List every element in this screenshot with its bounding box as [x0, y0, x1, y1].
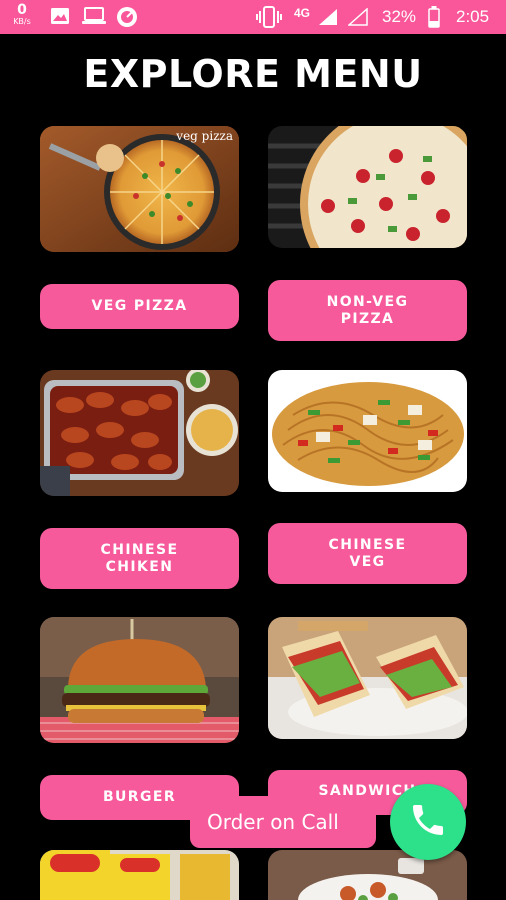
- battery-percent: 32%: [382, 7, 417, 26]
- network-type: 4G: [294, 6, 311, 20]
- image-icon: [50, 7, 70, 29]
- page-title: EXPLORE MENU: [83, 52, 423, 96]
- call-fab[interactable]: [390, 784, 466, 860]
- photo-caption: veg pizza: [176, 129, 233, 143]
- speedometer-icon: [116, 6, 138, 32]
- signal-empty-icon: [347, 7, 368, 30]
- phone-icon: [408, 800, 448, 844]
- veg-pizza-button[interactable]: VEG PIZZA: [40, 284, 239, 329]
- noodles-photo[interactable]: [40, 850, 239, 900]
- vibrate-icon: [256, 6, 282, 32]
- status-bar: 0 KB/s 4G 32% 2:05: [0, 0, 506, 34]
- network-speed: 0 KB/s: [13, 2, 31, 26]
- sandwich-photo[interactable]: [268, 617, 467, 739]
- chinese-chicken-button[interactable]: CHINESE CHIKEN: [40, 528, 239, 589]
- burger-photo[interactable]: [40, 617, 239, 743]
- chinese-veg-photo[interactable]: [268, 370, 467, 492]
- clock: 2:05: [456, 7, 490, 26]
- battery-icon: [428, 6, 440, 32]
- chinese-veg-button[interactable]: CHINESE VEG: [268, 523, 467, 584]
- laptop-icon: [82, 7, 106, 29]
- order-on-call-button[interactable]: Order on Call: [190, 796, 376, 848]
- veg-pizza-photo[interactable]: veg pizza: [40, 126, 239, 252]
- chinese-chicken-photo[interactable]: [40, 370, 239, 496]
- non-veg-pizza-photo[interactable]: [268, 126, 467, 248]
- signal-icon: [318, 8, 338, 30]
- non-veg-pizza-button[interactable]: NON-VEG PIZZA: [268, 280, 467, 341]
